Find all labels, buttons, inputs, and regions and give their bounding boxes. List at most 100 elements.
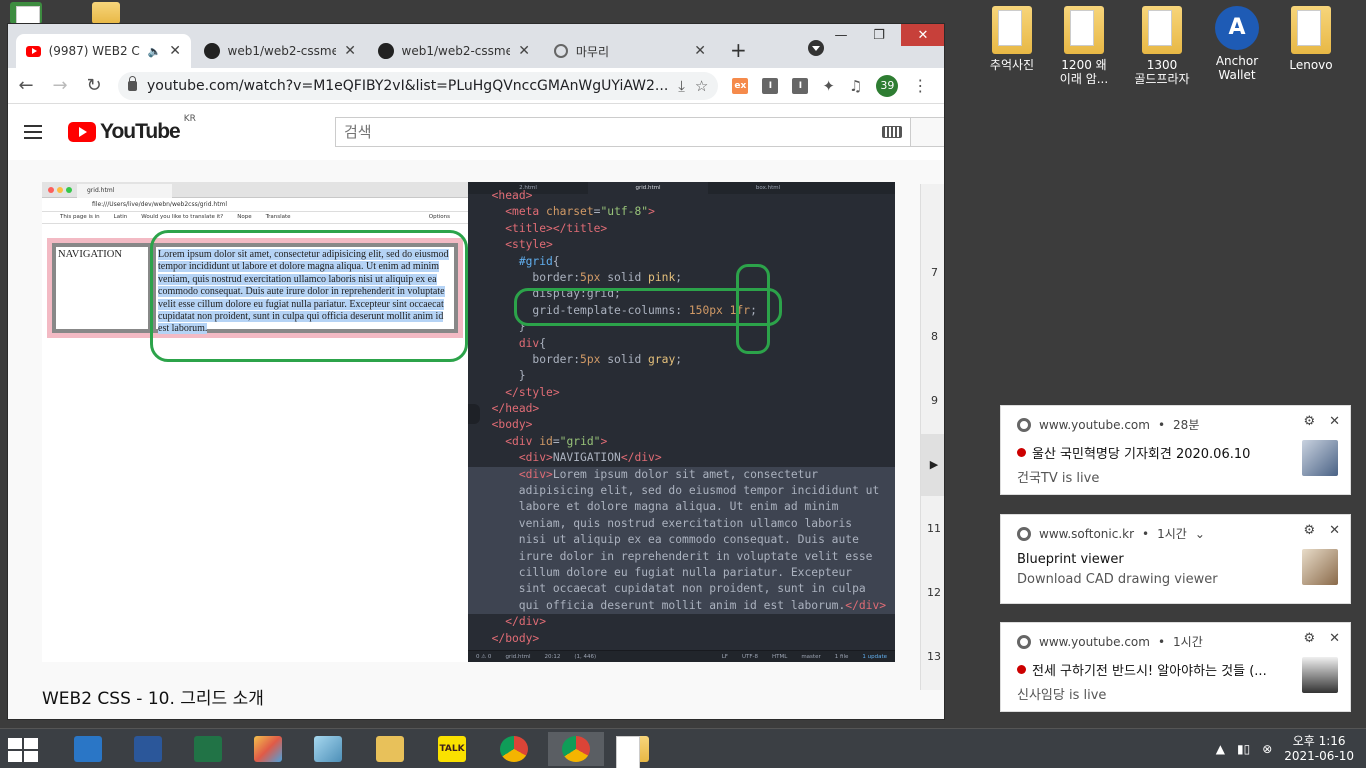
taskbar-explorer[interactable] [362,732,418,766]
taskbar-paint[interactable] [240,732,296,766]
search-button[interactable] [911,117,944,147]
address-bar[interactable]: youtube.com/watch?v=M1eQFIBY2vI&list=PLu… [118,71,719,100]
chrome-icon [1017,417,1031,432]
extension-icon[interactable]: I [762,77,779,94]
video-browser-pane: grid.html file:///Users/live/dev/webn/we… [42,182,468,662]
keyboard-icon[interactable] [882,126,902,138]
desktop-icon-1200[interactable]: 1200 왜 이래 암... [1049,6,1119,86]
video-url: file:///Users/live/dev/webn/web2css/grid… [42,198,468,212]
forward-button[interactable]: → [50,75,70,96]
network-icon[interactable]: ▮▯ [1237,742,1250,756]
notification-card[interactable]: www.youtube.com • 1시간 ⚙ ✕ 전세 구하기전 반드시! 알아야하… [1000,622,1351,712]
highlight-circle [736,264,770,354]
folder-icon[interactable] [92,2,120,24]
hamburger-icon[interactable] [24,125,42,139]
code-listing: <head> <meta charset="utf-8"> <title></t… [468,188,895,647]
clock-time: 오후 1:16 [1292,734,1346,748]
folder-icon [1064,6,1104,54]
close-tab-icon[interactable]: ✕ [518,43,530,59]
now-playing-icon[interactable]: ▶ [921,434,944,496]
video-player[interactable]: grid.html file:///Users/live/dev/webn/we… [42,182,895,662]
notification-title: 울산 국민혁명당 기자회견 2020.06.10 [1032,447,1251,462]
extension-icon[interactable]: ex [732,77,749,94]
tab-title: 마무리 [575,44,609,59]
youtube-header: YouTube KR [8,104,944,160]
reload-button[interactable]: ↻ [84,75,104,96]
maximize-button[interactable]: ❐ [866,24,892,46]
playlist-index: 13 [927,650,941,663]
desktop-icon-label: Anchor Wallet [1215,54,1259,82]
close-icon[interactable]: ✕ [1329,523,1340,538]
desktop-icon-label: 1300 골드프라자 [1134,58,1190,86]
tab-github-1[interactable]: web1/web2-cssmenu ✕ [194,34,366,68]
tab-title: web1/web2-cssmenu [227,44,337,58]
taskbar-chrome-1[interactable] [486,732,542,766]
notification-thumbnail [1302,657,1338,693]
taskbar-chrome-2[interactable] [548,732,604,766]
desktop-icon-label: 1200 왜 이래 암... [1059,58,1109,86]
desktop-icon-label: Lenovo [1289,58,1333,72]
video-translate-bar: This page is in Latin Would you like to … [42,212,468,224]
url-text[interactable]: youtube.com/watch?v=M1eQFIBY2vI&list=PLu… [147,78,668,94]
desktop-icon-photos[interactable]: 추억사진 [977,6,1047,72]
tab-strip: — ❐ ✕ (9987) WEB2 CSS 🔈 ✕ web1/web2-cssm… [8,24,944,68]
playlist-sidebar[interactable]: 7 8 9 ▶ 11 12 13 [920,184,944,690]
taskbar-app[interactable] [300,732,356,766]
media-control-icon[interactable]: ♫ [849,77,862,95]
close-icon[interactable]: ✕ [1329,414,1340,429]
taskbar-hangul[interactable] [60,732,116,766]
video-browser-tabbar: grid.html [42,182,468,198]
globe-icon [554,44,568,58]
close-tab-icon[interactable]: ✕ [169,43,181,59]
chrome-icon [1017,634,1031,649]
browser-toolbar: ← → ↻ youtube.com/watch?v=M1eQFIBY2vI&li… [8,68,944,104]
desktop-icon-lenovo[interactable]: Lenovo [1276,6,1346,72]
lock-icon[interactable] [128,75,137,91]
taskbar-folder[interactable] [610,732,666,766]
settings-gear-icon[interactable]: ⚙ [1303,414,1315,429]
youtube-logo[interactable]: YouTube KR [68,114,196,144]
video-nav-cell: NAVIGATION [52,243,152,333]
taskbar-kakaotalk[interactable]: TALK [424,732,480,766]
new-tab-button[interactable]: + [730,38,747,62]
close-tab-icon[interactable]: ✕ [344,43,356,59]
bookmark-star-icon[interactable]: ☆ [695,77,708,95]
clock[interactable]: 오후 1:16 2021-06-10 [1284,734,1354,764]
tab-title: web1/web2-cssmenu [401,44,511,58]
puzzle-icon[interactable]: ✦ [822,77,835,95]
tab-search-icon[interactable] [808,40,824,56]
menu-icon[interactable]: ⋮ [912,76,928,95]
desktop-icon-anchor-wallet[interactable]: A Anchor Wallet [1202,6,1272,82]
close-tab-icon[interactable]: ✕ [694,43,706,59]
tab-mamuri[interactable]: 마무리 ✕ [544,34,716,68]
notification-card[interactable]: www.youtube.com • 28분 ⚙ ✕ 울산 국민혁명당 기자회견 202… [1000,405,1351,495]
notification-card[interactable]: www.softonic.kr • 1시간 ⌄ ⚙ ✕ Blueprint viewer… [1000,514,1351,604]
settings-gear-icon[interactable]: ⚙ [1303,631,1315,646]
file-explorer-icon [376,736,404,762]
install-icon[interactable]: ⤓ [678,77,685,95]
tab-title: (9987) WEB2 CSS [48,44,140,58]
settings-gear-icon[interactable]: ⚙ [1303,523,1315,538]
live-dot-icon [1017,665,1026,674]
extension-icon[interactable]: I [792,77,809,94]
taskbar-excel[interactable] [180,732,236,766]
tab-youtube[interactable]: (9987) WEB2 CSS 🔈 ✕ [16,34,191,68]
search-input[interactable] [344,123,882,141]
notification-thumbnail [1302,549,1338,585]
close-icon[interactable]: ✕ [1329,631,1340,646]
chrome-icon [500,736,528,762]
speaker-icon[interactable]: 🔈 [148,45,162,58]
desktop-icon-1300[interactable]: 1300 골드프라자 [1127,6,1197,86]
youtube-play-icon [68,122,96,142]
profile-avatar[interactable]: 39 [876,74,899,97]
app-icon [314,736,342,762]
tab-github-2[interactable]: web1/web2-cssmenu ✕ [368,34,540,68]
tray-expand-icon[interactable]: ▲ [1216,742,1225,756]
volume-muted-icon[interactable]: ⊗ [1262,742,1272,756]
windows-start-icon[interactable] [8,738,38,762]
back-button[interactable]: ← [16,75,36,96]
close-window-button[interactable]: ✕ [901,24,944,46]
minimize-button[interactable]: — [828,24,854,46]
notification-thumbnail [1302,440,1338,476]
taskbar-word[interactable] [120,732,176,766]
